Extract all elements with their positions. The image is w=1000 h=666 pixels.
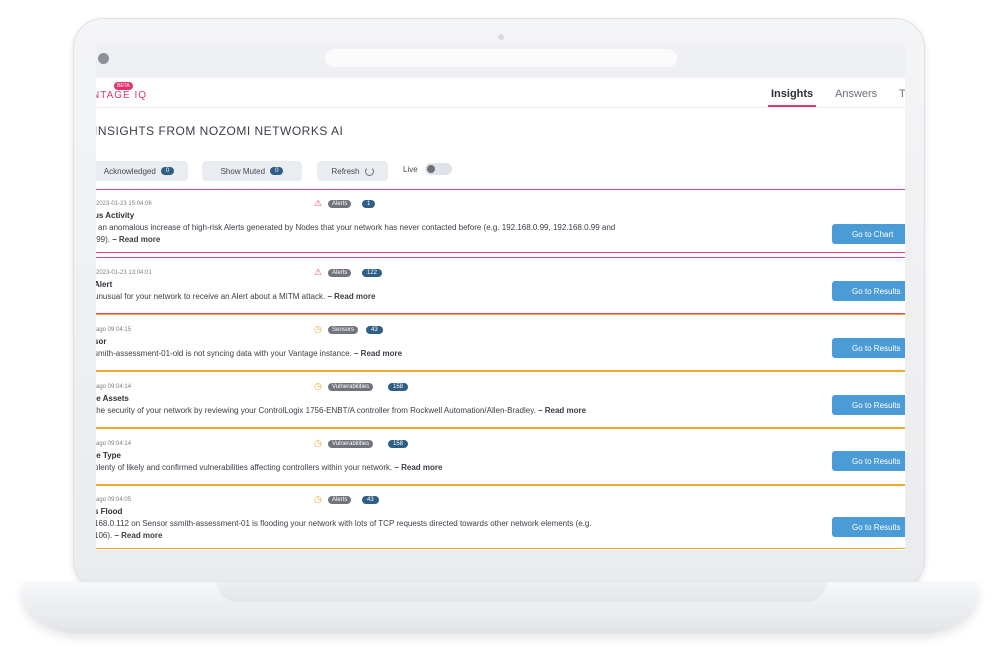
live-label: Live [403,165,418,174]
insight-desc-continued: .99). [96,235,111,244]
insight-timestamp: 2023-01-23 13:04:01 [96,270,152,276]
address-bar[interactable] [325,49,677,67]
card-border-top [96,257,905,258]
insight-desc-text: l an anomalous increase of high-risk Ale… [96,223,616,232]
insight-timestamp: ago 09:04:14 [96,441,132,447]
warning-triangle-icon: ⚠ [314,267,323,277]
insight-desc-text: 168.0.112 on Sensor ssmith-assessment-01… [96,519,592,528]
show-muted-label: Show Muted [220,166,266,176]
page-title: INSIGHTS FROM NOZOMI NETWORKS AI [96,124,344,138]
clock-icon: ◷ [314,438,322,448]
read-more-link[interactable]: – Read more [112,235,160,244]
go-to-results-button[interactable]: Go to Results [832,517,905,537]
insight-desc-continued: 106). [96,531,113,540]
insight-timestamp: ago 09:04:14 [96,384,132,390]
refresh-button[interactable]: Refresh [317,161,388,181]
insight-title: le Type [96,451,121,460]
trackpad-notch [217,582,827,602]
card-border-bottom [96,252,905,253]
insight-description: 168.0.112 on Sensor ssmith-assessment-01… [96,518,674,542]
go-to-results-button[interactable]: Go to Chart [832,224,905,244]
tab-answers[interactable]: Answers [835,88,877,100]
clock-icon: ◷ [314,494,322,504]
laptop-base [22,582,978,634]
insight-desc-text: plenty of likely and confirmed vulnerabi… [96,463,393,472]
insight-count: 158 [388,383,409,391]
clock-icon: ◷ [314,324,322,334]
go-to-results-button[interactable]: Go to Results [832,395,905,415]
go-to-results-button[interactable]: Go to Results [832,451,905,471]
webcam [498,34,504,40]
insight-title: Alert [96,280,113,289]
beta-badge: BETA [114,82,133,90]
insight-description: the security of your network by reviewin… [96,405,674,417]
insight-tag[interactable]: Vulnerabilities [328,440,374,448]
insight-tag[interactable]: Alerts [328,200,352,208]
insight-tag[interactable]: Alerts [328,496,352,504]
muted-count: 0 [270,167,284,175]
live-toggle[interactable] [425,163,452,175]
insight-count: 43 [366,326,383,334]
insight-count: 1 [362,200,376,208]
insight-timestamp: 2023-01-23 15:04:06 [96,201,152,207]
browser-bar [96,44,905,78]
insight-tag[interactable]: Sensors [328,326,359,334]
insight-count: 158 [388,440,409,448]
insight-description: plenty of likely and confirmed vulnerabi… [96,462,674,474]
acknowledged-count: 0 [160,167,175,175]
toggle-knob [427,165,435,173]
insight-desc-text: the security of your network by reviewin… [96,406,536,415]
insight-tag[interactable]: Alerts [328,269,352,277]
insight-timestamp: ago 09:04:05 [96,497,132,503]
app-screen: BETA NTAGE IQ Insights Answers T INSIGHT… [96,44,905,550]
read-more-link[interactable]: – Read more [394,463,442,472]
card-border-bottom [96,548,905,549]
insight-title: le Assets [96,394,129,403]
clock-icon: ◷ [314,381,322,391]
read-more-link[interactable]: – Read more [114,531,162,540]
insight-description: smith-assessment-01-old is not syncing d… [96,348,674,360]
nav-divider [96,107,905,108]
read-more-link[interactable]: – Read more [538,406,586,415]
insight-tag[interactable]: Vulnerabilities [328,383,374,391]
tab-insights[interactable]: Insights [771,88,813,100]
insight-desc-text: unusual for your network to receive an A… [96,292,326,301]
insight-title: s Flood [96,507,123,516]
show-muted-button[interactable]: Show Muted 0 [202,161,302,181]
active-tab-indicator [768,105,816,107]
acknowledged-button[interactable]: Acknowledged 0 [96,161,188,181]
insight-description: l an anomalous increase of high-risk Ale… [96,222,674,246]
go-to-results-button[interactable]: Go to Results [832,281,905,301]
app-logo[interactable]: NTAGE IQ [96,90,147,101]
card-border-top [96,371,905,372]
tab-truncated[interactable]: T [899,88,905,100]
insight-title: us Activity [96,211,135,220]
card-border-top [96,189,905,190]
card-border-top [96,314,905,315]
refresh-label: Refresh [331,166,360,176]
warning-triangle-icon: ⚠ [314,198,323,208]
insight-count: 43 [362,496,379,504]
insight-title: sor [96,337,107,346]
acknowledged-label: Acknowledged [103,166,156,176]
refresh-icon [364,166,374,176]
read-more-link[interactable]: – Read more [327,292,375,301]
go-to-results-button[interactable]: Go to Results [832,338,905,358]
window-dot-icon[interactable] [98,53,109,64]
card-border-top [96,485,905,486]
read-more-link[interactable]: – Read more [354,349,402,358]
insight-description: unusual for your network to receive an A… [96,291,674,303]
insight-timestamp: ago 09:04:15 [96,327,132,333]
insight-desc-text: smith-assessment-01-old is not syncing d… [96,349,352,358]
card-border-top [96,428,905,429]
insight-count: 122 [362,269,383,277]
